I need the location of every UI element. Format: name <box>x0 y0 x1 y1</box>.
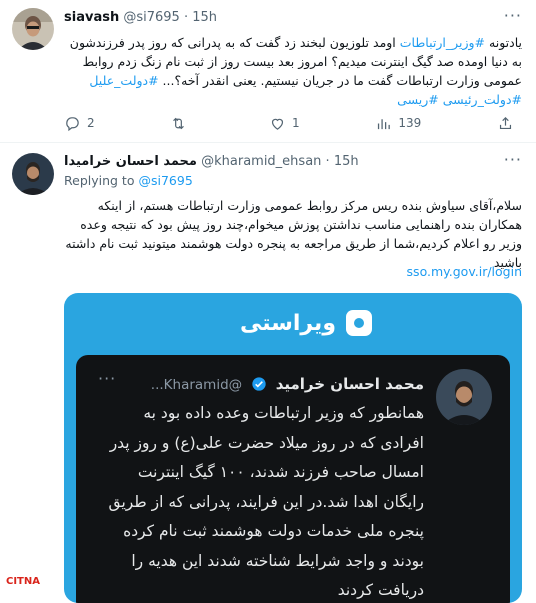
embedded-author-name: محمد احسان خرامید <box>275 375 424 393</box>
like-button[interactable]: 1 <box>269 115 300 132</box>
author-handle[interactable]: @si7695 <box>123 10 179 25</box>
views-icon <box>378 118 391 129</box>
tweet-2-link[interactable]: sso.my.gov.ir/login <box>407 264 522 279</box>
embedded-author-handle: @Kharamid... <box>150 377 243 393</box>
like-count: 1 <box>292 116 300 130</box>
hashtag-link[interactable]: #دولت_رئیسی <box>443 92 522 107</box>
retweet-icon <box>173 117 185 129</box>
reply-icon <box>66 116 79 131</box>
hashtag-link[interactable]: #وزیر_ارتباطات <box>400 35 485 50</box>
embedded-avatar <box>436 369 492 425</box>
separator: · <box>325 154 330 169</box>
replying-label: Replying to <box>64 173 135 188</box>
author-name[interactable]: siavash <box>64 10 119 25</box>
author-name[interactable]: محمد احسان خرامیدا <box>64 154 197 169</box>
embedded-post-text: همانطور که وزیر ارتباطات وعده داده بود ب… <box>108 404 424 599</box>
more-icon[interactable]: ··· <box>504 6 522 25</box>
avatar-kharamid[interactable] <box>12 153 54 195</box>
views-button[interactable]: 139 <box>375 115 421 132</box>
embedded-more-icon: ··· <box>98 369 117 388</box>
tweet-1-text: یادتونه #وزیر_ارتباطات اومد تلوزیون لبخن… <box>64 33 522 109</box>
reply-count: 2 <box>87 116 95 130</box>
virasty-logo: ویراستی <box>240 310 372 336</box>
embedded-post-header: محمد احسان خرامید @Kharamid... <box>151 375 424 393</box>
reply-button[interactable]: 2 <box>64 115 95 132</box>
virasty-logo-icon <box>346 310 372 336</box>
hashtag-link[interactable]: #دولت_علیل <box>89 73 158 88</box>
verified-badge-icon <box>252 377 266 391</box>
tweet-text-segment: یادتونه <box>485 35 522 50</box>
attached-image[interactable]: ویراستی محمد احسان خرامید @Kharamid... ·… <box>64 293 522 603</box>
separator: · <box>183 10 189 25</box>
author-handle[interactable]: @kharamid_ehsan <box>201 154 321 169</box>
tweet-1-actions: 2 1 139 <box>64 112 514 134</box>
views-count: 139 <box>398 116 422 130</box>
embedded-post-card: محمد احسان خرامید @Kharamid... ··· همانط… <box>76 355 510 603</box>
timestamp[interactable]: 15h <box>334 154 359 169</box>
virasty-logo-text: ویراستی <box>239 310 336 336</box>
citna-watermark: CITNA <box>4 576 42 587</box>
retweet-button[interactable] <box>170 115 193 132</box>
like-icon <box>271 118 284 130</box>
replying-to: Replying to @si7695 <box>64 173 193 188</box>
share-icon <box>499 116 512 129</box>
hashtag-link[interactable]: #ریسی <box>397 92 439 107</box>
tweet-1[interactable]: siavash @si7695 · 15h ··· یادتونه #وزیر_… <box>0 0 536 140</box>
tweet-2-header: محمد احسان خرامیدا @kharamid_ehsan · 15h <box>64 154 359 169</box>
timestamp[interactable]: 15h <box>192 10 217 25</box>
tweet-2-text: سلام،آقای سیاوش بنده ریس مرکز روابط عموم… <box>65 198 522 270</box>
avatar-siavash[interactable] <box>12 8 54 50</box>
replying-to-handle[interactable]: @si7695 <box>138 173 192 188</box>
more-icon[interactable]: ··· <box>504 150 522 169</box>
tweet-1-header: siavash @si7695 · 15h <box>64 10 217 25</box>
share-button[interactable] <box>497 115 514 132</box>
